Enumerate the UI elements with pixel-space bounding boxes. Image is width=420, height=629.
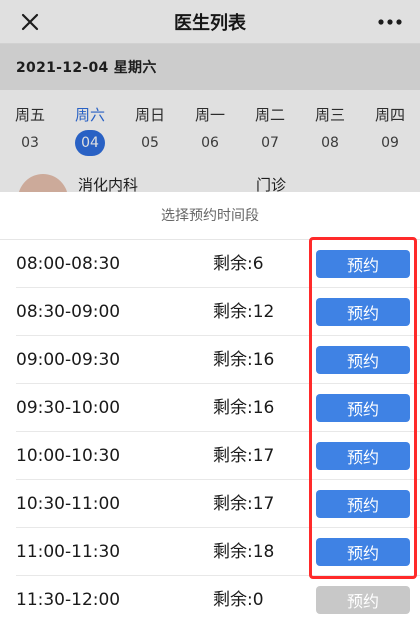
slot-remaining: 剩余:17 <box>213 494 275 514</box>
time-slot-row: 08:00-08:30 剩余:6 预约 <box>0 240 420 288</box>
slot-remaining: 剩余:6 <box>213 254 264 274</box>
slot-remaining: 剩余:17 <box>213 446 275 466</box>
book-button[interactable]: 预约 <box>316 250 410 278</box>
time-slot-sheet: 选择预约时间段 08:00-08:30 剩余:6 预约 08:30-09:00 … <box>0 192 420 629</box>
time-slot-row: 11:30-12:00 剩余:0 预约 <box>0 576 420 624</box>
slot-time: 11:00-11:30 <box>16 542 121 562</box>
sheet-title: 选择预约时间段 <box>0 192 420 240</box>
slot-remaining: 剩余:0 <box>213 590 264 610</box>
slot-remaining: 剩余:16 <box>213 398 275 418</box>
slot-time: 08:30-09:00 <box>16 302 121 322</box>
modal-overlay[interactable] <box>0 0 420 192</box>
slot-remaining: 剩余:16 <box>213 350 275 370</box>
slot-time: 09:00-09:30 <box>16 350 121 370</box>
slot-time: 10:30-11:00 <box>16 494 121 514</box>
book-button[interactable]: 预约 <box>316 298 410 326</box>
slot-remaining: 剩余:12 <box>213 302 275 322</box>
book-button-disabled: 预约 <box>316 586 410 614</box>
book-button[interactable]: 预约 <box>316 442 410 470</box>
slot-remaining: 剩余:18 <box>213 542 275 562</box>
time-slot-row: 09:00-09:30 剩余:16 预约 <box>0 336 420 384</box>
book-button[interactable]: 预约 <box>316 538 410 566</box>
slot-time: 08:00-08:30 <box>16 254 121 274</box>
time-slot-row: 10:30-11:00 剩余:17 预约 <box>0 480 420 528</box>
time-slot-row: 08:30-09:00 剩余:12 预约 <box>0 288 420 336</box>
time-slot-row: 10:00-10:30 剩余:17 预约 <box>0 432 420 480</box>
time-slot-row: 11:00-11:30 剩余:18 预约 <box>0 528 420 576</box>
book-button[interactable]: 预约 <box>316 346 410 374</box>
slot-time: 11:30-12:00 <box>16 590 121 610</box>
slot-time: 09:30-10:00 <box>16 398 121 418</box>
book-button[interactable]: 预约 <box>316 394 410 422</box>
time-slot-row: 09:30-10:00 剩余:16 预约 <box>0 384 420 432</box>
book-button[interactable]: 预约 <box>316 490 410 518</box>
slot-time: 10:00-10:30 <box>16 446 121 466</box>
